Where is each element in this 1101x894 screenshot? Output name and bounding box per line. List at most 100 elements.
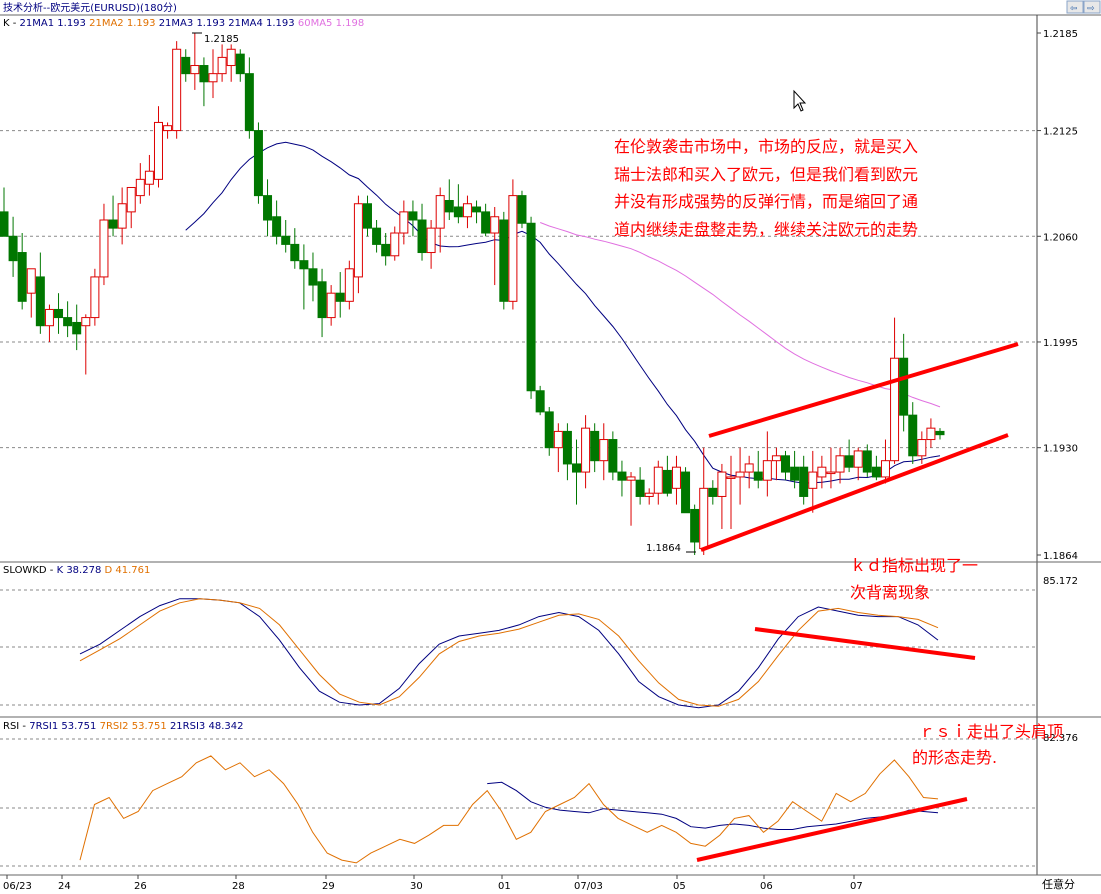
candle-body	[871, 466, 881, 478]
upper-channel-line	[708, 342, 1019, 438]
candle-body	[490, 216, 500, 234]
candle-body	[290, 243, 300, 262]
candle-body	[599, 439, 609, 462]
candle-body	[908, 414, 918, 457]
candle-body	[90, 276, 100, 319]
rsi-comment: ｒｓｉ走出了头肩顶 的形态走势.	[912, 722, 1063, 767]
candle-body	[781, 455, 791, 473]
candlesticks	[0, 33, 945, 555]
candle-body	[199, 65, 209, 83]
candle-body	[690, 508, 700, 543]
candle-body	[717, 471, 727, 497]
candle-body	[226, 48, 236, 67]
kd-comment: ｋｄ指标出现了一 次背离现象	[850, 556, 978, 602]
candle-body	[362, 203, 372, 229]
rsi-panel-lines	[79, 755, 939, 864]
candle-body	[526, 222, 536, 392]
kd-panel-lines	[79, 598, 939, 709]
arrow-right-icon: ⇨	[1087, 4, 1095, 14]
candle-body	[308, 268, 318, 286]
candle-body	[462, 203, 472, 218]
technical-analysis-chart[interactable]: 技术分析--欧元美元(EURUSD)(180分) ⇦ ⇨ K - 21MA1 1…	[0, 0, 1101, 894]
candle-body	[508, 195, 518, 302]
candle-body	[344, 268, 354, 302]
candle-body	[853, 450, 863, 468]
candle-body	[735, 471, 745, 478]
kd-legend: SLOWKD - K 38.278 D 41.761	[3, 565, 150, 576]
candle-body	[26, 268, 36, 294]
candle-body	[744, 463, 754, 473]
candle-body	[190, 65, 200, 75]
candle-body	[163, 125, 173, 132]
main-comment-line-4: 道内继续走盘整走势，继续关注欧元的走势	[614, 220, 918, 239]
candle-body	[808, 471, 818, 489]
candle-body	[553, 430, 563, 449]
nav-forward-button[interactable]: ⇨	[1083, 0, 1101, 14]
candle-body	[381, 243, 391, 257]
price-tick-label: 1.1995	[1043, 338, 1078, 349]
candle-body	[35, 276, 45, 327]
candle-body	[335, 292, 345, 302]
candle-body	[253, 130, 263, 197]
time-tick-label: 07/03	[574, 881, 603, 892]
candle-body	[817, 466, 827, 478]
candle-body	[408, 211, 418, 221]
time-tick-label: 29	[322, 881, 335, 892]
candle-body	[662, 469, 672, 494]
candle-body	[353, 203, 363, 278]
candle-body	[926, 427, 936, 441]
candle-body	[671, 466, 681, 489]
high-label: 1.2185	[204, 34, 239, 45]
candle-body	[844, 455, 854, 468]
candle-body	[935, 430, 945, 436]
candle-body	[635, 479, 645, 497]
rsi-trend-line	[696, 797, 968, 862]
ma60-line	[540, 222, 941, 408]
candle-body	[472, 206, 482, 213]
low-marker: 1.1864	[646, 543, 696, 554]
candle-body	[44, 308, 54, 327]
candle-body	[572, 463, 582, 473]
candle-body	[681, 471, 691, 514]
time-tick-label: 24	[58, 881, 71, 892]
price-tick-label: 1.1930	[1043, 444, 1078, 455]
candle-body	[481, 211, 491, 234]
time-tick-label: 26	[134, 881, 147, 892]
candle-body	[126, 186, 136, 213]
candle-body	[626, 476, 636, 481]
candle-body	[608, 439, 618, 473]
candle-body	[581, 427, 591, 473]
rsi-7rsi2-line	[79, 755, 939, 864]
candle-body	[653, 466, 663, 494]
candle-body	[453, 206, 463, 218]
low-label: 1.1864	[646, 543, 681, 554]
candle-body	[108, 219, 118, 229]
candle-body	[117, 203, 127, 229]
kd-d-line	[79, 598, 939, 707]
main-comment-line-1: 在伦敦袭击市场中，市场的反应，就是买入	[614, 137, 918, 156]
candle-body	[426, 227, 436, 254]
nav-back-button[interactable]: ⇦	[1066, 0, 1084, 14]
price-tick-label: 1.1864	[1043, 551, 1078, 562]
candle-body	[617, 471, 627, 481]
period-mode-label[interactable]: 任意分	[1042, 877, 1075, 891]
candle-body	[435, 195, 445, 229]
rsi-comment-line-2: 的形态走势.	[912, 748, 997, 767]
candle-body	[181, 56, 191, 75]
candle-body	[826, 471, 836, 475]
candle-body	[81, 317, 91, 327]
candle-body	[699, 487, 709, 549]
arrow-left-icon: ⇦	[1070, 4, 1078, 14]
candle-body	[890, 357, 900, 462]
price-tick-label: 1.2125	[1043, 127, 1078, 138]
time-tick-label: 07	[850, 881, 863, 892]
rsi-legend: RSI - 7RSI1 53.751 7RSI2 53.751 21RSI3 4…	[3, 721, 243, 732]
candle-body	[762, 460, 772, 481]
candle-body	[399, 211, 409, 234]
main-comment: 在伦敦袭击市场中，市场的反应，就是买入 瑞士法郎和买入了欧元，但是我们看到欧元 …	[614, 137, 918, 239]
candle-body	[708, 487, 718, 497]
kd-tick-label: 85.172	[1043, 576, 1078, 587]
main-comment-line-2: 瑞士法郎和买入了欧元，但是我们看到欧元	[614, 165, 918, 184]
candle-body	[917, 439, 927, 457]
candle-body	[444, 199, 454, 213]
